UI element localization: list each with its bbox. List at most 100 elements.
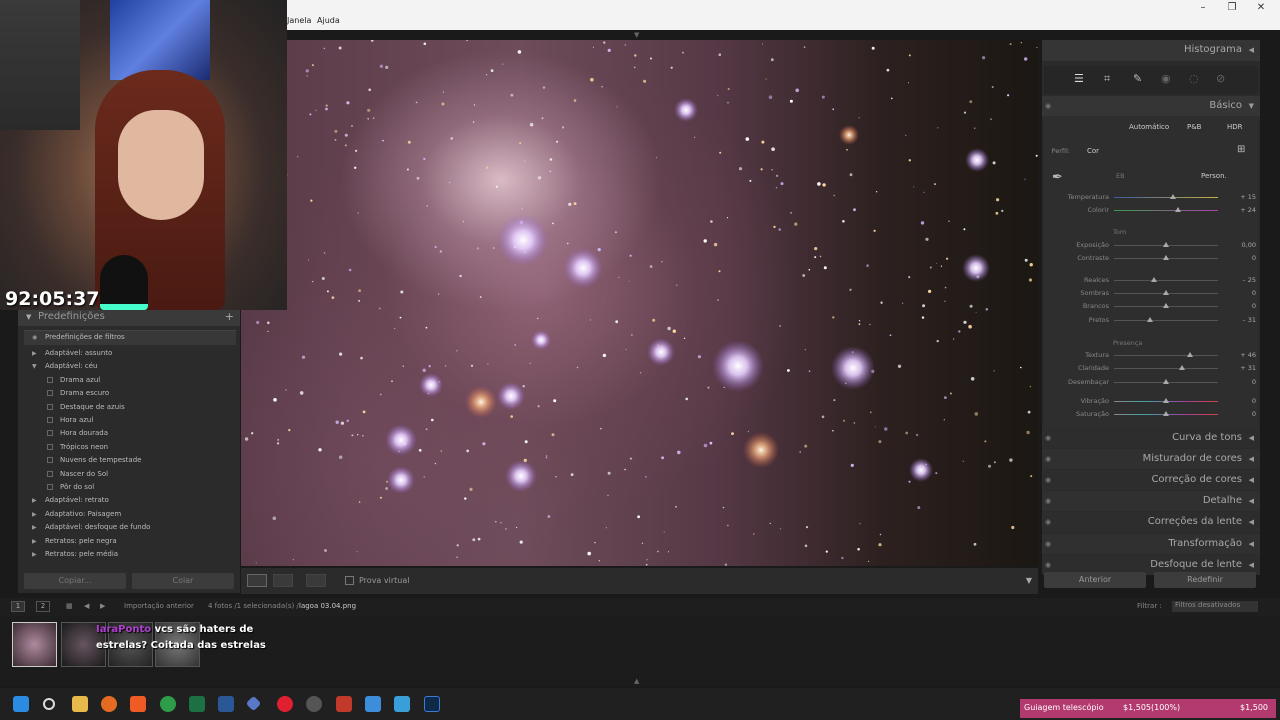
photo-canvas[interactable]: [241, 40, 1038, 566]
expand-icon[interactable]: ◀: [1249, 46, 1254, 54]
slider-thumb[interactable]: [1147, 317, 1154, 322]
add-preset-icon[interactable]: +: [225, 310, 234, 323]
brave-icon[interactable]: [130, 696, 146, 712]
preset-item[interactable]: Hora azul: [24, 414, 236, 427]
chevron-right-icon[interactable]: ▶: [32, 551, 37, 558]
collapse-icon[interactable]: ▼: [26, 313, 31, 321]
preset-item[interactable]: Trópicos neon: [24, 441, 236, 454]
preset-item[interactable]: Nuvens de tempestade: [24, 454, 236, 467]
word-icon[interactable]: [218, 696, 234, 712]
media-player-icon[interactable]: [277, 696, 293, 712]
file-explorer-icon[interactable]: [72, 696, 88, 712]
visibility-eye-icon[interactable]: ◉: [1045, 455, 1051, 463]
slider-value[interactable]: 0: [1232, 397, 1256, 405]
visibility-eye-icon[interactable]: ◉: [1045, 102, 1051, 110]
edit-sliders-icon[interactable]: ☰: [1074, 72, 1084, 85]
collapse-icon[interactable]: ▼: [1249, 102, 1254, 110]
preset-item[interactable]: Drama azul: [24, 374, 236, 387]
obs-icon[interactable]: [306, 696, 322, 712]
slider-track[interactable]: [1114, 320, 1218, 321]
visibility-eye-icon[interactable]: ◉: [1045, 476, 1051, 484]
search-icon[interactable]: [43, 698, 55, 710]
crop-icon[interactable]: ⌗: [1104, 72, 1110, 86]
expand-icon[interactable]: ◀: [1249, 455, 1254, 463]
visibility-eye-icon[interactable]: ◉: [1045, 518, 1051, 526]
restore-icon[interactable]: ❐: [1222, 2, 1242, 13]
slider-thumb[interactable]: [1178, 365, 1185, 370]
profile-browser-icon[interactable]: ⊞: [1237, 144, 1245, 155]
notepad-icon[interactable]: [365, 696, 381, 712]
presets-header[interactable]: ▼ Predefinições +: [18, 310, 240, 326]
slider-thumb[interactable]: [1163, 303, 1169, 308]
chevron-right-icon[interactable]: ▶: [32, 538, 37, 545]
chevron-right-icon[interactable]: ▶: [32, 350, 37, 357]
treatment-hdr[interactable]: HDR: [1227, 123, 1243, 131]
app-icon[interactable]: [336, 696, 352, 712]
preset-group[interactable]: ▶ Retratos: pele negra: [24, 535, 236, 548]
slider-thumb[interactable]: [1163, 290, 1169, 295]
soft-proof-checkbox[interactable]: [345, 576, 354, 585]
slider-value[interactable]: + 31: [1232, 364, 1256, 372]
bottom-panel-toggle-icon[interactable]: ▲: [634, 677, 639, 685]
preset-item[interactable]: Nascer do Sol: [24, 468, 236, 481]
preset-group[interactable]: ▶ Adaptável: retrato: [24, 494, 236, 507]
treatment-bw[interactable]: P&B: [1187, 123, 1201, 131]
expand-icon[interactable]: ◀: [1249, 476, 1254, 484]
slider-thumb[interactable]: [1163, 398, 1169, 403]
basic-header[interactable]: ◉ Básico ▼: [1042, 96, 1260, 117]
preset-item[interactable]: Drama escuro: [24, 387, 236, 400]
filename[interactable]: lagoa 03.04.png: [299, 602, 356, 610]
preset-filter-row[interactable]: ◉ Predefinições de filtros: [24, 330, 236, 345]
slider-value[interactable]: 0: [1232, 302, 1256, 310]
preset-group[interactable]: ▶ Retratos: pele média: [24, 548, 236, 561]
panel-header[interactable]: ◉ Detalhe ◀: [1042, 491, 1260, 511]
preset-item[interactable]: Pôr do sol: [24, 481, 236, 494]
expand-icon[interactable]: ◀: [1249, 561, 1254, 569]
slider-thumb[interactable]: [1186, 352, 1193, 357]
expand-icon[interactable]: ◀: [1249, 518, 1254, 526]
app-icon[interactable]: [394, 696, 410, 712]
chevron-right-icon[interactable]: ▶: [32, 524, 37, 531]
page-2-button[interactable]: 2: [36, 601, 50, 612]
slider-value[interactable]: + 46: [1232, 351, 1256, 359]
visibility-eye-icon[interactable]: ◉: [1045, 540, 1051, 548]
slider-thumb[interactable]: [1163, 379, 1169, 384]
compare-view-icon[interactable]: [306, 574, 326, 587]
preset-item[interactable]: Hora dourada: [24, 427, 236, 440]
slider-value[interactable]: 0: [1232, 254, 1256, 262]
windows-start-icon[interactable]: [13, 696, 29, 712]
app-icon[interactable]: [245, 695, 262, 712]
slider-track[interactable]: [1114, 355, 1218, 356]
reset-button[interactable]: Redefinir: [1154, 572, 1256, 588]
toolbar-dropdown-icon[interactable]: ▼: [1026, 576, 1032, 585]
slider-thumb[interactable]: [1163, 411, 1169, 416]
preset-group[interactable]: ▶ Adaptável: assunto: [24, 347, 236, 360]
slider-thumb[interactable]: [1163, 255, 1169, 260]
menu-janela[interactable]: Janela: [287, 16, 311, 25]
slider-value[interactable]: – 31: [1232, 316, 1256, 324]
preset-group[interactable]: ▶ Adaptativo: Paisagem: [24, 508, 236, 521]
preset-group[interactable]: ▶ Adaptável: desfoque de fundo: [24, 521, 236, 534]
slider-thumb[interactable]: [1163, 242, 1169, 247]
page-1-button[interactable]: 1: [11, 601, 25, 612]
profile-dropdown[interactable]: Cor: [1087, 147, 1099, 155]
filter-dropdown[interactable]: Filtros desativados: [1172, 601, 1258, 612]
chevron-down-icon[interactable]: ▼: [32, 363, 37, 370]
back-icon[interactable]: ◀: [84, 602, 89, 610]
visibility-eye-icon[interactable]: ◉: [1045, 497, 1051, 505]
histogram-header[interactable]: Histograma ◀: [1042, 40, 1260, 61]
close-icon[interactable]: ✕: [1251, 2, 1271, 13]
panel-header[interactable]: ◉ Transformação ◀: [1042, 534, 1260, 554]
firefox-icon[interactable]: [101, 696, 117, 712]
grid-icon[interactable]: ▦: [66, 602, 73, 610]
heal-icon[interactable]: ✎: [1133, 72, 1142, 85]
slider-track[interactable]: [1114, 280, 1218, 281]
slider-value[interactable]: 0: [1232, 289, 1256, 297]
redeye-icon[interactable]: ◉: [1161, 72, 1171, 85]
top-panel-toggle-icon[interactable]: ▼: [634, 31, 639, 39]
paste-button[interactable]: Colar: [132, 573, 234, 589]
menu-ajuda[interactable]: Ajuda: [317, 16, 340, 25]
expand-icon[interactable]: ◀: [1249, 434, 1254, 442]
slider-track[interactable]: [1114, 210, 1218, 211]
preset-item[interactable]: Destaque de azuis: [24, 401, 236, 414]
